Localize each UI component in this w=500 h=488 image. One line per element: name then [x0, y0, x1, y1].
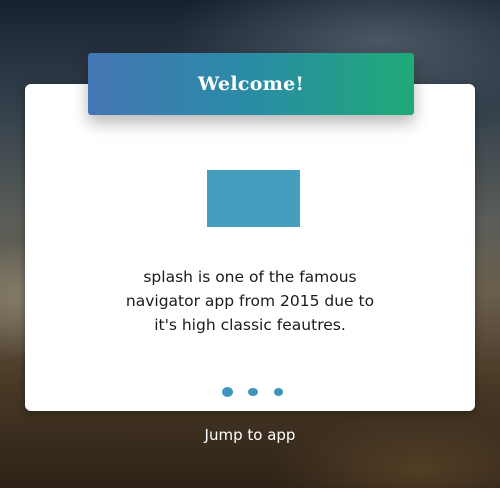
description-line: navigator app from 2015 due to — [125, 292, 375, 310]
page-dot-1[interactable] — [222, 387, 233, 397]
description-line: splash is one of the famous — [143, 268, 357, 286]
splash-description: splash is one of the famous navigator ap… — [60, 265, 440, 337]
jump-to-app-button[interactable]: Jump to app — [0, 426, 500, 444]
description-line: it's high classic feautres. — [154, 316, 346, 334]
page-title: Welcome! — [197, 73, 305, 95]
page-indicator — [0, 387, 500, 397]
app-logo-icon — [207, 170, 300, 227]
page-dot-2[interactable] — [248, 388, 258, 396]
splash-card — [25, 84, 475, 411]
page-dot-3[interactable] — [274, 388, 283, 396]
welcome-header: Welcome! — [88, 53, 414, 115]
